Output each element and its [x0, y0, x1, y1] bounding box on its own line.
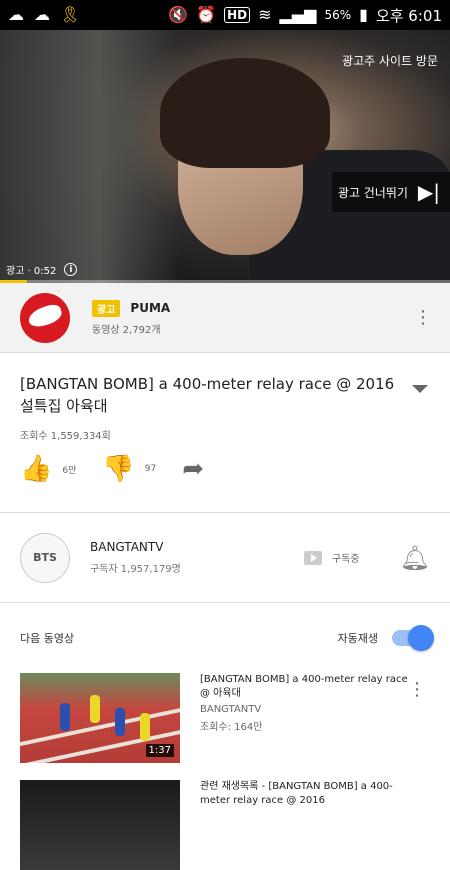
up-next-header: 다음 동영상 자동재생: [0, 603, 450, 673]
subscriber-count: 구독자 1,957,179명: [90, 564, 181, 575]
video-player[interactable]: 광고주 사이트 방문 광고 건너뛰기 ▶| 광고 · 0:52 i: [0, 30, 450, 283]
recommendation-views: 조회수: 164만: [200, 722, 263, 733]
video-thumbnail[interactable]: 1:37: [20, 673, 180, 763]
like-button[interactable]: 👍 6만: [20, 456, 76, 482]
more-options-icon[interactable]: ⋮: [414, 308, 432, 327]
recommendation-channel: BANGTANTV: [200, 704, 262, 715]
channel-avatar[interactable]: BTS: [20, 532, 70, 583]
video-duration: 1:37: [145, 744, 174, 757]
ad-advertiser-row[interactable]: 광고 PUMA 동영상 2,792개 ⋮: [0, 283, 450, 353]
channel-name[interactable]: BANGTANTV: [90, 540, 181, 554]
thumbnail-lane: [20, 700, 180, 750]
status-bar: ☁ ☁ 🎗 🔇 ⏰ HD ≋ ▂▄▆ 56% ▮ 오후 6:01: [0, 0, 450, 30]
subscribe-label: 구독중: [331, 554, 360, 565]
more-options-icon[interactable]: ⋮: [408, 681, 426, 699]
skip-next-icon: ▶|: [417, 180, 440, 204]
visit-advertiser-link[interactable]: 광고주 사이트 방문: [342, 52, 438, 69]
ribbon-icon: 🎗: [60, 5, 81, 24]
video-hair: [160, 58, 330, 168]
share-button[interactable]: ➦: [182, 456, 204, 482]
autoplay-toggle[interactable]: [392, 625, 434, 651]
autoplay-toggle-knob: [408, 625, 434, 651]
ad-time: 광고 · 0:52 i: [6, 262, 78, 277]
recommendation-item[interactable]: 1:37 [BANGTAN BOMB] a 400-meter relay ra…: [20, 673, 430, 763]
thumbnail-figure: [60, 703, 70, 731]
subscribe-button[interactable]: 구독중: [303, 550, 360, 565]
expand-description-icon[interactable]: [412, 385, 428, 393]
view-count: 조회수 1,559,334회: [20, 431, 111, 442]
puma-logo[interactable]: [20, 292, 70, 343]
recommendation-title: 관련 재생목록 - [BANGTAN BOMB] a 400-meter rel…: [200, 781, 393, 806]
battery-icon: ▮: [359, 5, 368, 24]
cloud-icon: ☁: [8, 5, 24, 24]
like-count: 6만: [62, 465, 77, 476]
signal-icon: ▂▄▆: [279, 5, 317, 24]
thumbnail-figure: [115, 708, 125, 736]
skip-ad-label: 광고 건너뛰기: [337, 185, 408, 200]
battery-percent: 56%: [324, 8, 352, 22]
channel-row[interactable]: BTS BANGTANTV 구독자 1,957,179명 구독중 🔔︎: [0, 513, 450, 603]
cloud-icon: ☁: [34, 5, 50, 24]
thumbnail-figure: [90, 695, 100, 723]
ad-badge: 광고: [92, 299, 121, 317]
dislike-count: 97: [144, 464, 157, 474]
bell-icon[interactable]: 🔔︎: [400, 544, 430, 572]
ad-video-count: 동영상 2,792개: [92, 324, 161, 336]
thumbs-down-icon: 👎: [102, 454, 135, 484]
wifi-icon: ≋: [258, 5, 272, 24]
channel-avatar-text: BTS: [33, 551, 57, 564]
youtube-play-icon: [303, 550, 322, 565]
up-next-label: 다음 동영상: [20, 632, 75, 645]
thumbs-up-icon: 👍: [20, 454, 53, 484]
ad-brand-name: PUMA: [130, 301, 171, 315]
mute-icon: 🔇: [168, 5, 189, 24]
recommendation-title: [BANGTAN BOMB] a 400-meter relay race @ …: [200, 674, 408, 699]
info-icon[interactable]: i: [64, 263, 78, 276]
dislike-button[interactable]: 👎 97: [102, 456, 156, 482]
autoplay-label: 자동재생: [337, 632, 378, 645]
skip-ad-button[interactable]: 광고 건너뛰기 ▶|: [332, 172, 450, 212]
share-icon: ➦: [182, 454, 205, 484]
clock: 오후 6:01: [375, 6, 442, 25]
video-info: [BANGTAN BOMB] a 400-meter relay race @ …: [0, 353, 450, 513]
autoplay-control: 자동재생: [337, 625, 434, 651]
puma-cat-shape: [26, 301, 64, 330]
video-thumbnail[interactable]: [20, 780, 180, 870]
thumbnail-figure: [140, 713, 150, 741]
video-title[interactable]: [BANGTAN BOMB] a 400-meter relay race @ …: [20, 373, 400, 417]
video-background: [0, 30, 180, 283]
recommendation-item[interactable]: 관련 재생목록 - [BANGTAN BOMB] a 400-meter rel…: [20, 780, 430, 870]
alarm-icon: ⏰: [196, 5, 217, 24]
hd-badge: HD: [224, 7, 251, 23]
ad-time-label: 광고 · 0:52: [6, 266, 57, 277]
